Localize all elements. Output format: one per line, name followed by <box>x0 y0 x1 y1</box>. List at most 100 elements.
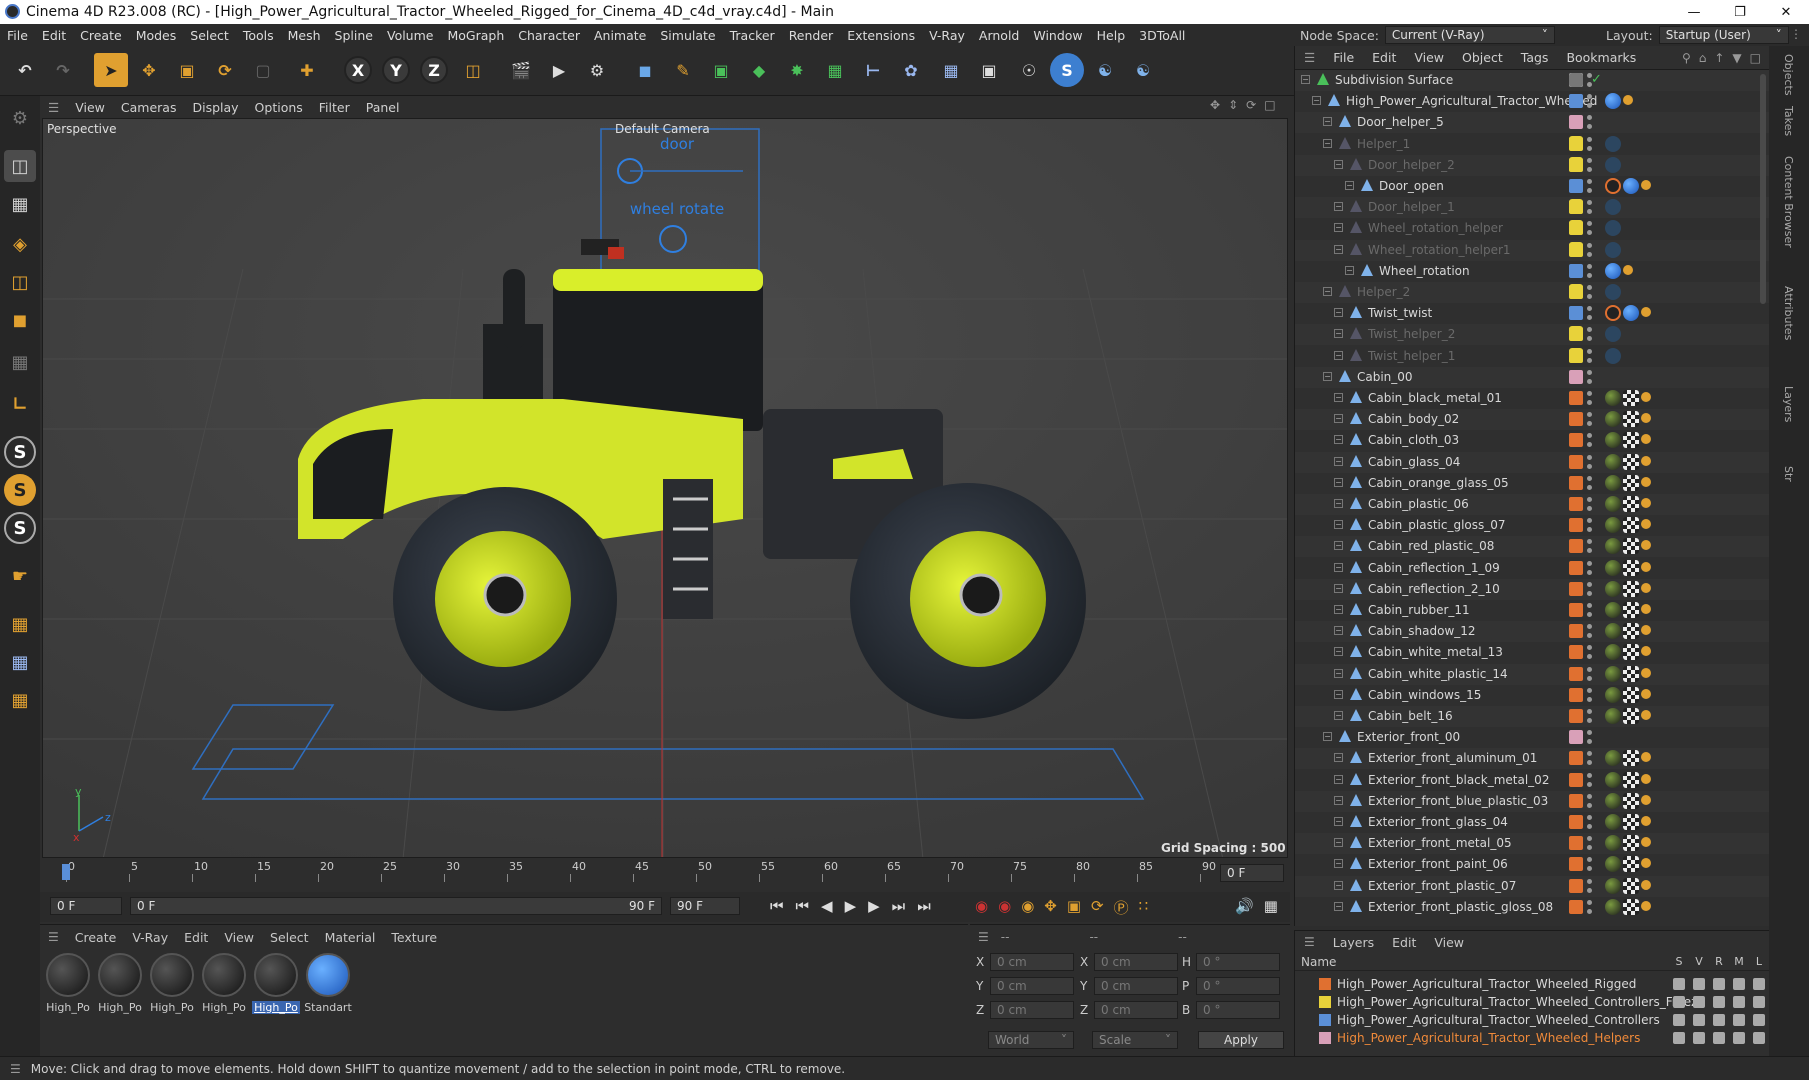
expand-icon[interactable]: − <box>1334 393 1343 402</box>
object-name[interactable]: Subdivision Surface <box>1335 73 1453 87</box>
material-menu-edit[interactable]: Edit <box>176 930 216 945</box>
coord-field[interactable]: 0 cm <box>1094 1001 1178 1019</box>
uvw-tag-icon[interactable] <box>1641 561 1651 572</box>
menu-animate[interactable]: Animate <box>587 28 653 43</box>
uvw-tag-icon[interactable] <box>1641 413 1651 424</box>
material-tag-icon[interactable] <box>1605 877 1621 894</box>
expand-icon[interactable]: − <box>1334 223 1343 233</box>
material-tag-icon[interactable] <box>1605 517 1621 534</box>
viewport-menu-view[interactable]: View <box>67 100 113 115</box>
uvw-tag-icon[interactable] <box>1641 625 1651 636</box>
texture-mode-button[interactable]: ▦ <box>4 188 36 220</box>
visibility-dots[interactable] <box>1587 433 1593 448</box>
tweak-button[interactable]: ☛ <box>4 560 36 592</box>
layer-color-swatch[interactable] <box>1569 709 1583 723</box>
texture-tag-icon[interactable] <box>1623 856 1639 873</box>
expand-icon[interactable]: − <box>1334 647 1343 657</box>
undo-button[interactable]: ↶ <box>8 53 42 87</box>
expand-icon[interactable]: − <box>1334 795 1343 805</box>
redo-button[interactable]: ↷ <box>46 53 80 87</box>
visibility-dots[interactable] <box>1587 285 1593 299</box>
texture-tag-icon[interactable] <box>1623 602 1639 618</box>
object-menu-file[interactable]: File <box>1324 50 1363 65</box>
expand-icon[interactable]: − <box>1334 499 1343 508</box>
layer-name[interactable]: High_Power_Agricultural_Tractor_Wheeled_… <box>1337 1013 1660 1027</box>
expand-icon[interactable]: − <box>1334 477 1343 487</box>
object-menu-bookmarks[interactable]: Bookmarks <box>1557 50 1645 65</box>
material-tag-icon[interactable] <box>1605 898 1621 915</box>
expand-icon[interactable]: − <box>1334 711 1343 720</box>
material-swatch[interactable]: Standart <box>304 953 352 1021</box>
layer-row[interactable]: High_Power_Agricultural_Tractor_Wheeled_… <box>1295 1011 1785 1029</box>
uvw-tag-icon[interactable] <box>1641 455 1651 466</box>
layer-color-swatch[interactable] <box>1569 497 1583 511</box>
object-row[interactable]: − Cabin_windows_15 <box>1295 684 1769 706</box>
orbit-icon[interactable]: ⟳ <box>1246 98 1256 112</box>
play-icon[interactable]: ▶ <box>845 897 857 915</box>
texture-tag-icon[interactable] <box>1623 644 1639 661</box>
expand-icon[interactable]: − <box>1334 838 1343 848</box>
uvw-tag-icon[interactable] <box>1641 858 1651 869</box>
texture-tag-icon[interactable] <box>1623 390 1639 406</box>
visibility-dots[interactable] <box>1587 624 1593 639</box>
uvw-tag-icon[interactable] <box>1641 773 1651 784</box>
lock-icon[interactable] <box>1753 1014 1765 1026</box>
object-row[interactable]: − Exterior_front_metal_05 <box>1295 833 1769 855</box>
snap-button[interactable]: S <box>4 436 36 468</box>
layer-color-swatch[interactable] <box>1569 857 1583 872</box>
object-row[interactable]: − Cabin_orange_glass_05 <box>1295 472 1769 494</box>
material-swatch[interactable]: High_Po <box>44 953 92 1021</box>
object-menu-edit[interactable]: Edit <box>1363 50 1405 65</box>
layer-color-swatch[interactable] <box>1569 624 1583 639</box>
right-tab-content-browser[interactable]: Content Browser <box>1782 156 1795 248</box>
object-row[interactable]: − Twist_helper_1 <box>1295 345 1769 367</box>
playhead[interactable] <box>62 864 70 880</box>
uvw-tag-icon[interactable] <box>1641 434 1651 445</box>
expand-icon[interactable]: − <box>1334 159 1343 169</box>
layer-color-swatch[interactable] <box>1569 687 1583 702</box>
menu-modes[interactable]: Modes <box>129 28 184 43</box>
uvw-tag-icon[interactable] <box>1641 604 1651 614</box>
texture-tag-icon[interactable] <box>1623 538 1639 555</box>
lock-icon[interactable] <box>1569 241 1583 257</box>
texture-tag-icon[interactable] <box>1623 517 1639 534</box>
render-region-button[interactable]: 🎬 <box>504 53 538 87</box>
right-tab-layers[interactable]: Layers <box>1782 386 1795 422</box>
end-frame-field[interactable]: 90 F <box>670 897 740 915</box>
visibility-dots[interactable] <box>1587 666 1593 681</box>
key-param-icon[interactable]: Ⓟ <box>1114 897 1129 918</box>
menu-extensions[interactable]: Extensions <box>840 28 922 43</box>
eye-icon[interactable] <box>1693 996 1705 1008</box>
visibility-dots[interactable] <box>1587 603 1593 617</box>
start-frame-field[interactable]: 0 F <box>50 897 122 915</box>
eye-icon[interactable] <box>1693 978 1705 990</box>
viewport-canvas[interactable]: door wheel rotate y z x <box>43 119 1288 858</box>
object-name[interactable]: Cabin_red_plastic_08 <box>1368 539 1494 553</box>
texture-tag-icon[interactable] <box>1623 496 1639 512</box>
sphere-tag-icon[interactable] <box>1623 178 1639 194</box>
object-name[interactable]: Exterior_front_black_metal_02 <box>1368 773 1549 787</box>
scale-tool-button[interactable]: ▣ <box>170 53 204 87</box>
panel-menu-icon[interactable]: ☰ <box>1295 50 1324 65</box>
object-row[interactable]: − Cabin_reflection_2_10 <box>1295 578 1769 600</box>
material-tag-icon[interactable] <box>1605 665 1621 682</box>
layer-color-swatch[interactable] <box>1569 539 1583 554</box>
object-name[interactable]: Exterior_front_blue_plastic_03 <box>1368 794 1548 808</box>
object-name[interactable]: Wheel_rotation <box>1379 264 1470 278</box>
uvw-tag-icon[interactable] <box>1641 837 1651 848</box>
layer-color-swatch[interactable] <box>1569 730 1583 745</box>
lock-y-button[interactable]: Y <box>382 56 410 84</box>
scale-dropdown[interactable]: Scale ˅ <box>1092 1031 1178 1049</box>
object-row[interactable]: − Exterior_front_plastic_07 <box>1295 875 1769 897</box>
visibility-dots[interactable] <box>1587 306 1593 321</box>
layer-name[interactable]: High_Power_Agricultural_Tractor_Wheeled_… <box>1337 995 1705 1009</box>
material-tag-icon[interactable] <box>1605 835 1621 852</box>
material-tag-icon[interactable] <box>1605 686 1621 703</box>
pen-tool-button[interactable]: ✎ <box>666 53 700 87</box>
expand-icon[interactable]: − <box>1334 541 1343 551</box>
python-script-button[interactable]: ☯ <box>1126 53 1160 87</box>
lock-icon[interactable] <box>1569 347 1583 363</box>
texture-tag-icon[interactable] <box>1623 665 1639 682</box>
extrude-button[interactable]: ◆ <box>742 53 776 87</box>
manager-icon[interactable] <box>1733 1014 1745 1026</box>
